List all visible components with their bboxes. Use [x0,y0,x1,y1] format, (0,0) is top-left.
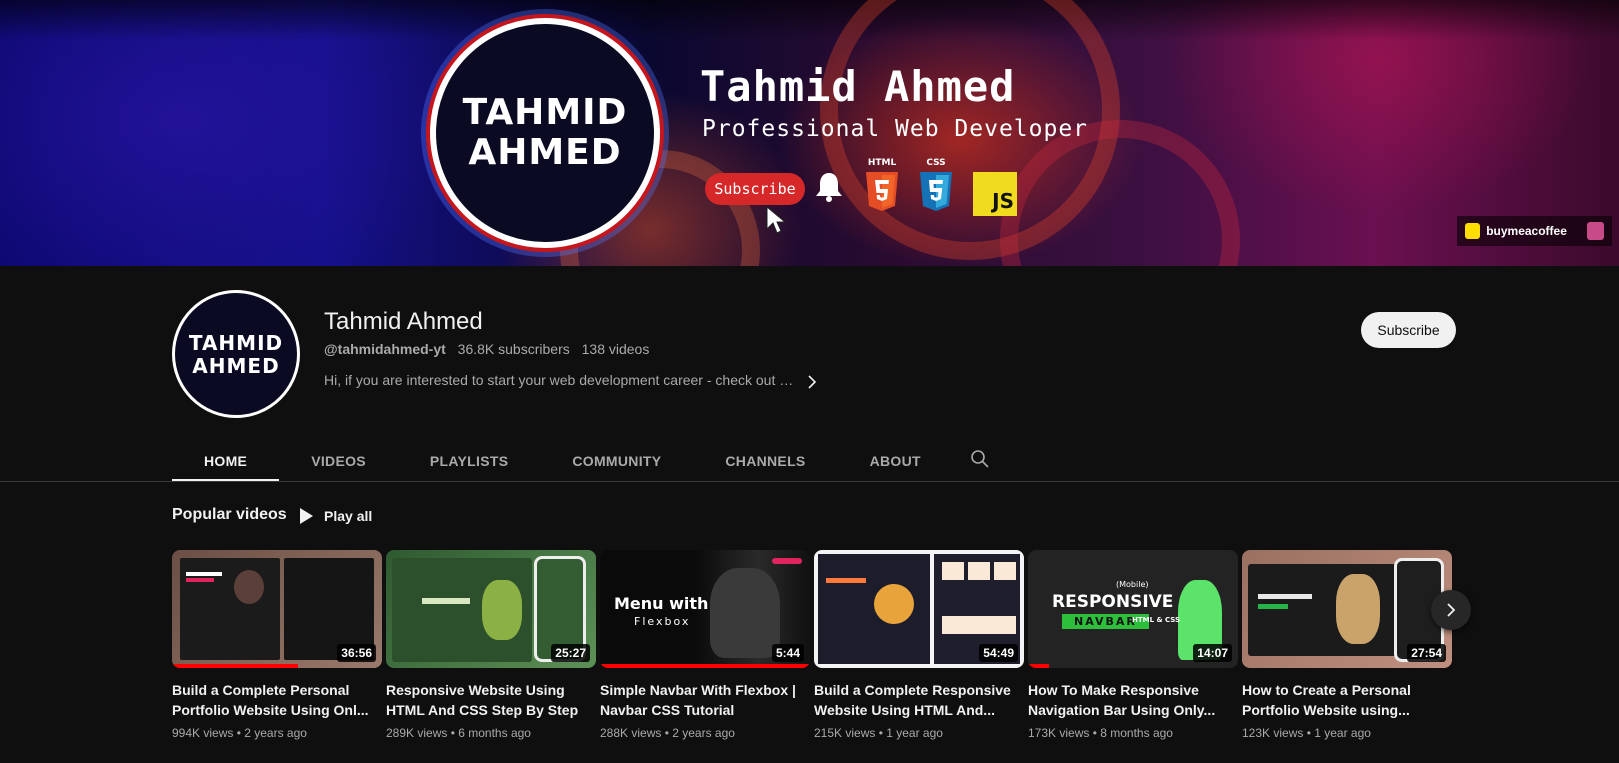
video-duration: 54:49 [979,644,1018,662]
play-icon [300,508,313,524]
channel-avatar: TAHMID AHMED [172,290,300,418]
video-age: 6 months ago [458,726,531,740]
video-duration: 25:27 [551,644,590,662]
video-age: 8 months ago [1100,726,1173,740]
banner-link-label[interactable]: buymeacoffee [1486,224,1567,238]
javascript-icon: JS [973,172,1017,216]
banner-shade [0,0,1619,40]
tabs-divider [0,481,1619,482]
video-duration: 27:54 [1407,644,1446,662]
video-card[interactable]: Menu with Flexbox 5:44 Simple Navbar Wit… [600,550,810,740]
video-title[interactable]: Build a Complete Responsive Website Usin… [814,680,1024,720]
video-age: 2 years ago [672,726,735,740]
subscribe-button[interactable]: Subscribe [1361,312,1456,348]
extra-link-icon[interactable] [1586,222,1604,240]
video-meta: 173K views • 8 months ago [1028,726,1173,740]
tab-channels[interactable]: CHANNELS [693,440,837,482]
video-views: 173K views [1028,726,1090,740]
channel-meta: @tahmidahmed-yt 36.8K subscribers 138 vi… [324,341,657,357]
css3-icon: CSS [916,158,956,214]
video-views: 215K views [814,726,876,740]
video-thumbnail[interactable]: 54:49 [814,550,1024,668]
video-meta: 288K views • 2 years ago [600,726,735,740]
video-views: 123K views [1242,726,1304,740]
watch-progress-bar [600,664,810,668]
thumbnail-overlay-subtitle: Flexbox [634,615,691,628]
tab-videos[interactable]: VIDEOS [279,440,398,482]
tab-home[interactable]: HOME [172,440,280,482]
video-meta: 289K views • 6 months ago [386,726,531,740]
thumbnail-overlay-tech: HTML & CSS [1132,616,1181,624]
video-thumbnail[interactable]: Menu with Flexbox 5:44 [600,550,810,668]
watch-progress-bar [172,664,298,668]
video-age: 1 year ago [1314,726,1371,740]
video-thumbnail[interactable]: 27:54 [1242,550,1452,668]
bell-icon [816,173,842,202]
video-card[interactable]: 25:27 Responsive Website Using HTML And … [386,550,596,740]
video-card[interactable]: 36:56 Build a Complete Personal Portfoli… [172,550,382,740]
tab-community[interactable]: COMMUNITY [540,440,693,482]
carousel-next-button[interactable] [1431,590,1471,630]
video-card[interactable]: (Mobile) RESPONSIVE NAVBAR HTML & CSS 14… [1028,550,1238,740]
video-thumbnail[interactable]: (Mobile) RESPONSIVE NAVBAR HTML & CSS 14… [1028,550,1238,668]
video-title[interactable]: How to Create a Personal Portfolio Websi… [1242,680,1452,720]
video-card[interactable]: 54:49 Build a Complete Responsive Websit… [814,550,1024,740]
video-views: 288K views [600,726,662,740]
thumbnail-overlay-title: Menu with [614,594,709,613]
banner-name: Tahmid Ahmed [700,62,1016,111]
cursor-icon [766,205,787,234]
video-meta: 994K views • 2 years ago [172,726,307,740]
buymeacoffee-icon [1465,223,1481,239]
video-title[interactable]: How To Make Responsive Navigation Bar Us… [1028,680,1238,720]
play-all-label: Play all [324,508,373,524]
video-views: 289K views [386,726,448,740]
video-duration: 14:07 [1193,644,1232,662]
thumbnail-overlay-title: RESPONSIVE [1052,592,1174,612]
search-icon[interactable] [970,449,990,469]
video-title[interactable]: Responsive Website Using HTML And CSS St… [386,680,596,720]
banner-tagline: Professional Web Developer [702,116,1089,142]
video-meta: 215K views • 1 year ago [814,726,943,740]
video-card[interactable]: 27:54 How to Create a Personal Portfolio… [1242,550,1452,740]
banner-logo: TAHMID AHMED [430,18,660,248]
video-age: 2 years ago [244,726,307,740]
section-title: Popular videos [172,506,287,523]
banner-links[interactable]: buymeacoffee [1457,216,1612,246]
channel-tabs: HOME VIDEOS PLAYLISTS COMMUNITY CHANNELS… [172,440,953,482]
video-meta: 123K views • 1 year ago [1242,726,1371,740]
chevron-right-icon [1447,603,1456,617]
banner-logo-line1: TAHMID [462,92,628,133]
thumbnail-overlay-tag: (Mobile) [1116,580,1149,589]
banner-subscribe-graphic: Subscribe [705,173,805,205]
video-views: 994K views [172,726,234,740]
avatar-line1: TAHMID [188,330,284,355]
html5-icon: HTML [862,158,902,214]
tab-about[interactable]: ABOUT [838,440,953,482]
channel-name: Tahmid Ahmed [324,308,483,335]
tab-playlists[interactable]: PLAYLISTS [398,440,540,482]
banner-logo-line2: AHMED [468,132,622,173]
video-age: 1 year ago [886,726,943,740]
channel-handle: @tahmidahmed-yt [324,341,446,357]
avatar-line2: AHMED [192,353,280,378]
chevron-right-icon[interactable] [805,374,819,390]
channel-banner: TAHMID AHMED Tahmid Ahmed Professional W… [0,0,1619,266]
video-duration: 5:44 [771,644,804,662]
video-thumbnail[interactable]: 25:27 [386,550,596,668]
video-thumbnail[interactable]: 36:56 [172,550,382,668]
channel-description[interactable]: Hi, if you are interested to start your … [324,372,794,388]
play-all-button[interactable]: Play all [298,505,372,527]
subscriber-count: 36.8K subscribers [457,341,570,357]
video-duration: 36:56 [337,644,376,662]
video-title[interactable]: Build a Complete Personal Portfolio Webs… [172,680,382,720]
video-count: 138 videos [581,341,650,357]
watch-progress-bar [1028,664,1049,668]
video-title[interactable]: Simple Navbar With Flexbox | Navbar CSS … [600,680,810,720]
